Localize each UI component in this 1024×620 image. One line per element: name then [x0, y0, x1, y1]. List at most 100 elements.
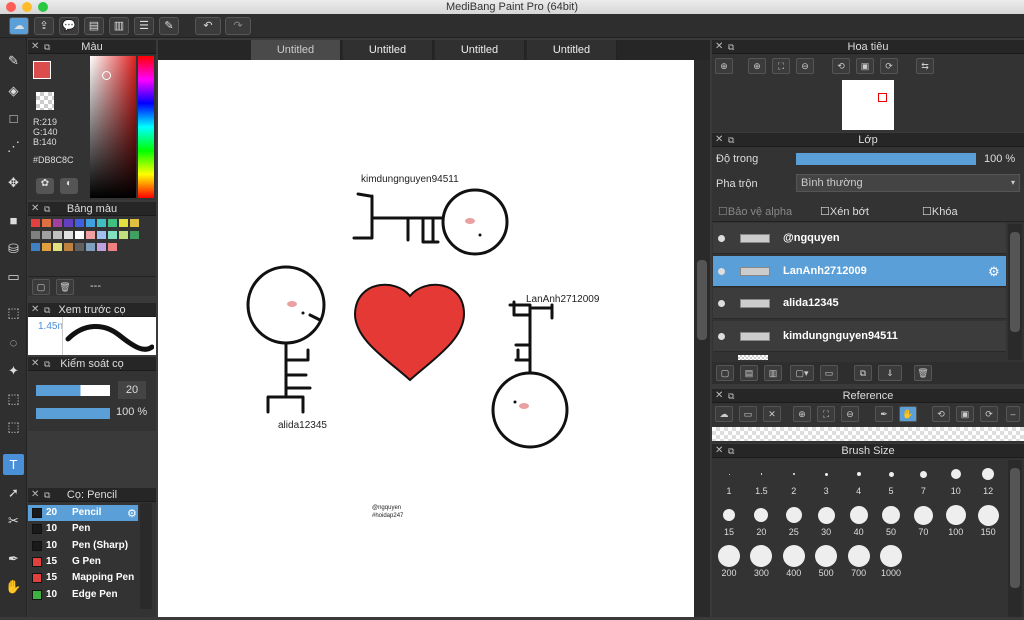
palette-swatch[interactable] [31, 231, 40, 239]
brush-size-preset[interactable]: 50 [876, 503, 906, 541]
brush-item[interactable]: 10 Edge Pen [28, 587, 138, 603]
zoom-out-icon[interactable]: ⊖ [841, 406, 859, 422]
size-slider[interactable] [36, 385, 110, 396]
new-layer-icon[interactable]: ▢ [716, 365, 734, 381]
palette-swatch[interactable] [53, 243, 62, 251]
palette-swatch[interactable] [86, 219, 95, 227]
delete-palette-icon[interactable]: 🗑 [56, 279, 74, 295]
speech-icon[interactable]: ▤ [84, 17, 104, 35]
visibility-icon[interactable] [718, 332, 725, 340]
palette-swatch[interactable] [75, 243, 84, 251]
detach-icon[interactable]: ⧉ [728, 40, 734, 54]
hand-tool-icon[interactable]: ✋ [3, 576, 24, 597]
select-rect-icon[interactable]: ⬚ [3, 302, 24, 323]
brush-size-preset[interactable]: 700 [844, 544, 874, 582]
fit-icon[interactable]: ⛶ [817, 406, 835, 422]
comment-icon[interactable]: 💬 [59, 17, 79, 35]
flip-icon[interactable]: ⇆ [916, 58, 934, 74]
detach-icon[interactable]: ⧉ [728, 444, 734, 458]
layer-opacity-slider[interactable] [796, 153, 976, 165]
palette-swatch[interactable] [64, 231, 73, 239]
cloud-icon[interactable]: ☁ [9, 17, 29, 35]
brush-size-preset[interactable]: 4 [844, 462, 874, 500]
tab-untitled-2[interactable]: Untitled [343, 40, 433, 60]
color-wheel-icon[interactable]: ◐ [60, 178, 78, 194]
palette-swatch[interactable] [42, 231, 51, 239]
brush-size-preset[interactable]: 2 [779, 462, 809, 500]
palette-grid[interactable] [28, 216, 156, 276]
brush-item[interactable]: 15 G Pen [28, 554, 138, 570]
new-8bit-layer-icon[interactable]: ▥ [764, 365, 782, 381]
palette-swatch[interactable] [53, 219, 62, 227]
close-icon[interactable]: ✕ [715, 40, 723, 54]
brush-item[interactable]: 15 Mapping Pen [28, 570, 138, 586]
detach-icon[interactable]: ⧉ [44, 40, 50, 54]
palette-swatch[interactable] [86, 231, 95, 239]
picker-handle[interactable] [102, 71, 111, 80]
undo-icon[interactable]: ↶ [195, 17, 221, 35]
scrollbar-thumb[interactable] [697, 260, 707, 340]
palette-swatch[interactable] [42, 243, 51, 251]
detach-icon[interactable]: ⧉ [728, 389, 734, 403]
rotate-left-icon[interactable]: ⟲ [932, 406, 950, 422]
close-icon[interactable]: ✕ [31, 303, 39, 317]
palette-swatch[interactable] [64, 243, 73, 251]
fill-rect-tool-icon[interactable]: ■ [3, 210, 24, 231]
brush-size-preset[interactable]: 1.5 [746, 462, 776, 500]
palette-swatch[interactable] [130, 219, 139, 227]
palette-swatch[interactable] [86, 243, 95, 251]
brush-size-preset[interactable]: 1000 [876, 544, 906, 582]
hand-icon[interactable]: ✋ [899, 406, 917, 422]
transparent-swatch[interactable] [36, 92, 54, 110]
brush-size-preset[interactable]: 12 [973, 462, 1003, 500]
palette-swatch[interactable] [42, 219, 51, 227]
palette-swatch[interactable] [31, 219, 40, 227]
bucket-tool-icon[interactable]: ⛁ [3, 238, 24, 259]
tab-untitled-1[interactable]: Untitled [251, 40, 341, 60]
brush-size-preset[interactable]: 20 [746, 503, 776, 541]
layer-row[interactable]: alida12345 [713, 288, 1006, 319]
brush-settings-gear-icon[interactable]: ⚙ [127, 507, 137, 520]
add-layer-menu-icon[interactable]: ▢▾ [790, 365, 814, 381]
palette-swatch[interactable] [97, 231, 106, 239]
eyedropper-tool-icon[interactable]: ✒ [3, 548, 24, 569]
brush-size-preset[interactable]: 500 [811, 544, 841, 582]
merge-layer-icon[interactable]: ⇓ [878, 365, 902, 381]
add-palette-icon[interactable]: ▢ [32, 279, 50, 295]
hue-slider[interactable] [138, 56, 154, 198]
edit-list-icon[interactable]: ✎ [159, 17, 179, 35]
gradient-tool-icon[interactable]: ▭ [3, 266, 24, 287]
brush-size-preset[interactable]: 200 [714, 544, 744, 582]
layer-scrollbar[interactable] [1008, 224, 1022, 360]
rotate-right-icon[interactable]: ⟳ [880, 58, 898, 74]
visibility-icon[interactable] [718, 300, 725, 307]
visibility-icon[interactable] [718, 235, 725, 242]
drawing-canvas[interactable]: kimdungnguyen94511 LanAnh2712009 alida12… [158, 60, 694, 617]
select-eraser-icon[interactable]: ⬚ [3, 416, 24, 437]
close-icon[interactable]: ✕ [715, 389, 723, 403]
palette-swatch[interactable] [64, 219, 73, 227]
rectangle-tool-icon[interactable]: □ [3, 108, 24, 129]
rotate-right-icon[interactable]: ⟳ [980, 406, 998, 422]
brush-item[interactable]: 10 Pen [28, 521, 138, 537]
canvas-scrollbar[interactable] [694, 60, 710, 617]
brush-size-preset[interactable]: 300 [746, 544, 776, 582]
clipping-option[interactable]: ☐Xén bớt [820, 205, 869, 218]
layer-row[interactable]: LanAnh2712009 [713, 255, 1006, 287]
palette-swatch[interactable] [119, 219, 128, 227]
visibility-icon[interactable] [718, 267, 725, 275]
palette-swatch[interactable] [108, 243, 117, 251]
duplicate-layer-icon[interactable]: ⧉ [854, 365, 872, 381]
move-tool-icon[interactable]: ✥ [3, 172, 24, 193]
lock-option[interactable]: ☐Khóa [922, 205, 958, 218]
list-icon[interactable]: ☰ [134, 17, 154, 35]
open-folder-icon[interactable]: ▭ [739, 406, 757, 422]
close-icon[interactable]: ✕ [31, 40, 39, 54]
rotate-left-icon[interactable]: ⟲ [832, 58, 850, 74]
brush-size-preset[interactable]: 25 [779, 503, 809, 541]
detach-icon[interactable]: ⧉ [728, 133, 734, 147]
palette-swatch[interactable] [31, 243, 40, 251]
minimize-window-button[interactable] [22, 2, 32, 12]
close-icon[interactable]: ✕ [31, 488, 39, 502]
protect-alpha-option[interactable]: ☐Bảo vệ alpha [718, 205, 792, 218]
